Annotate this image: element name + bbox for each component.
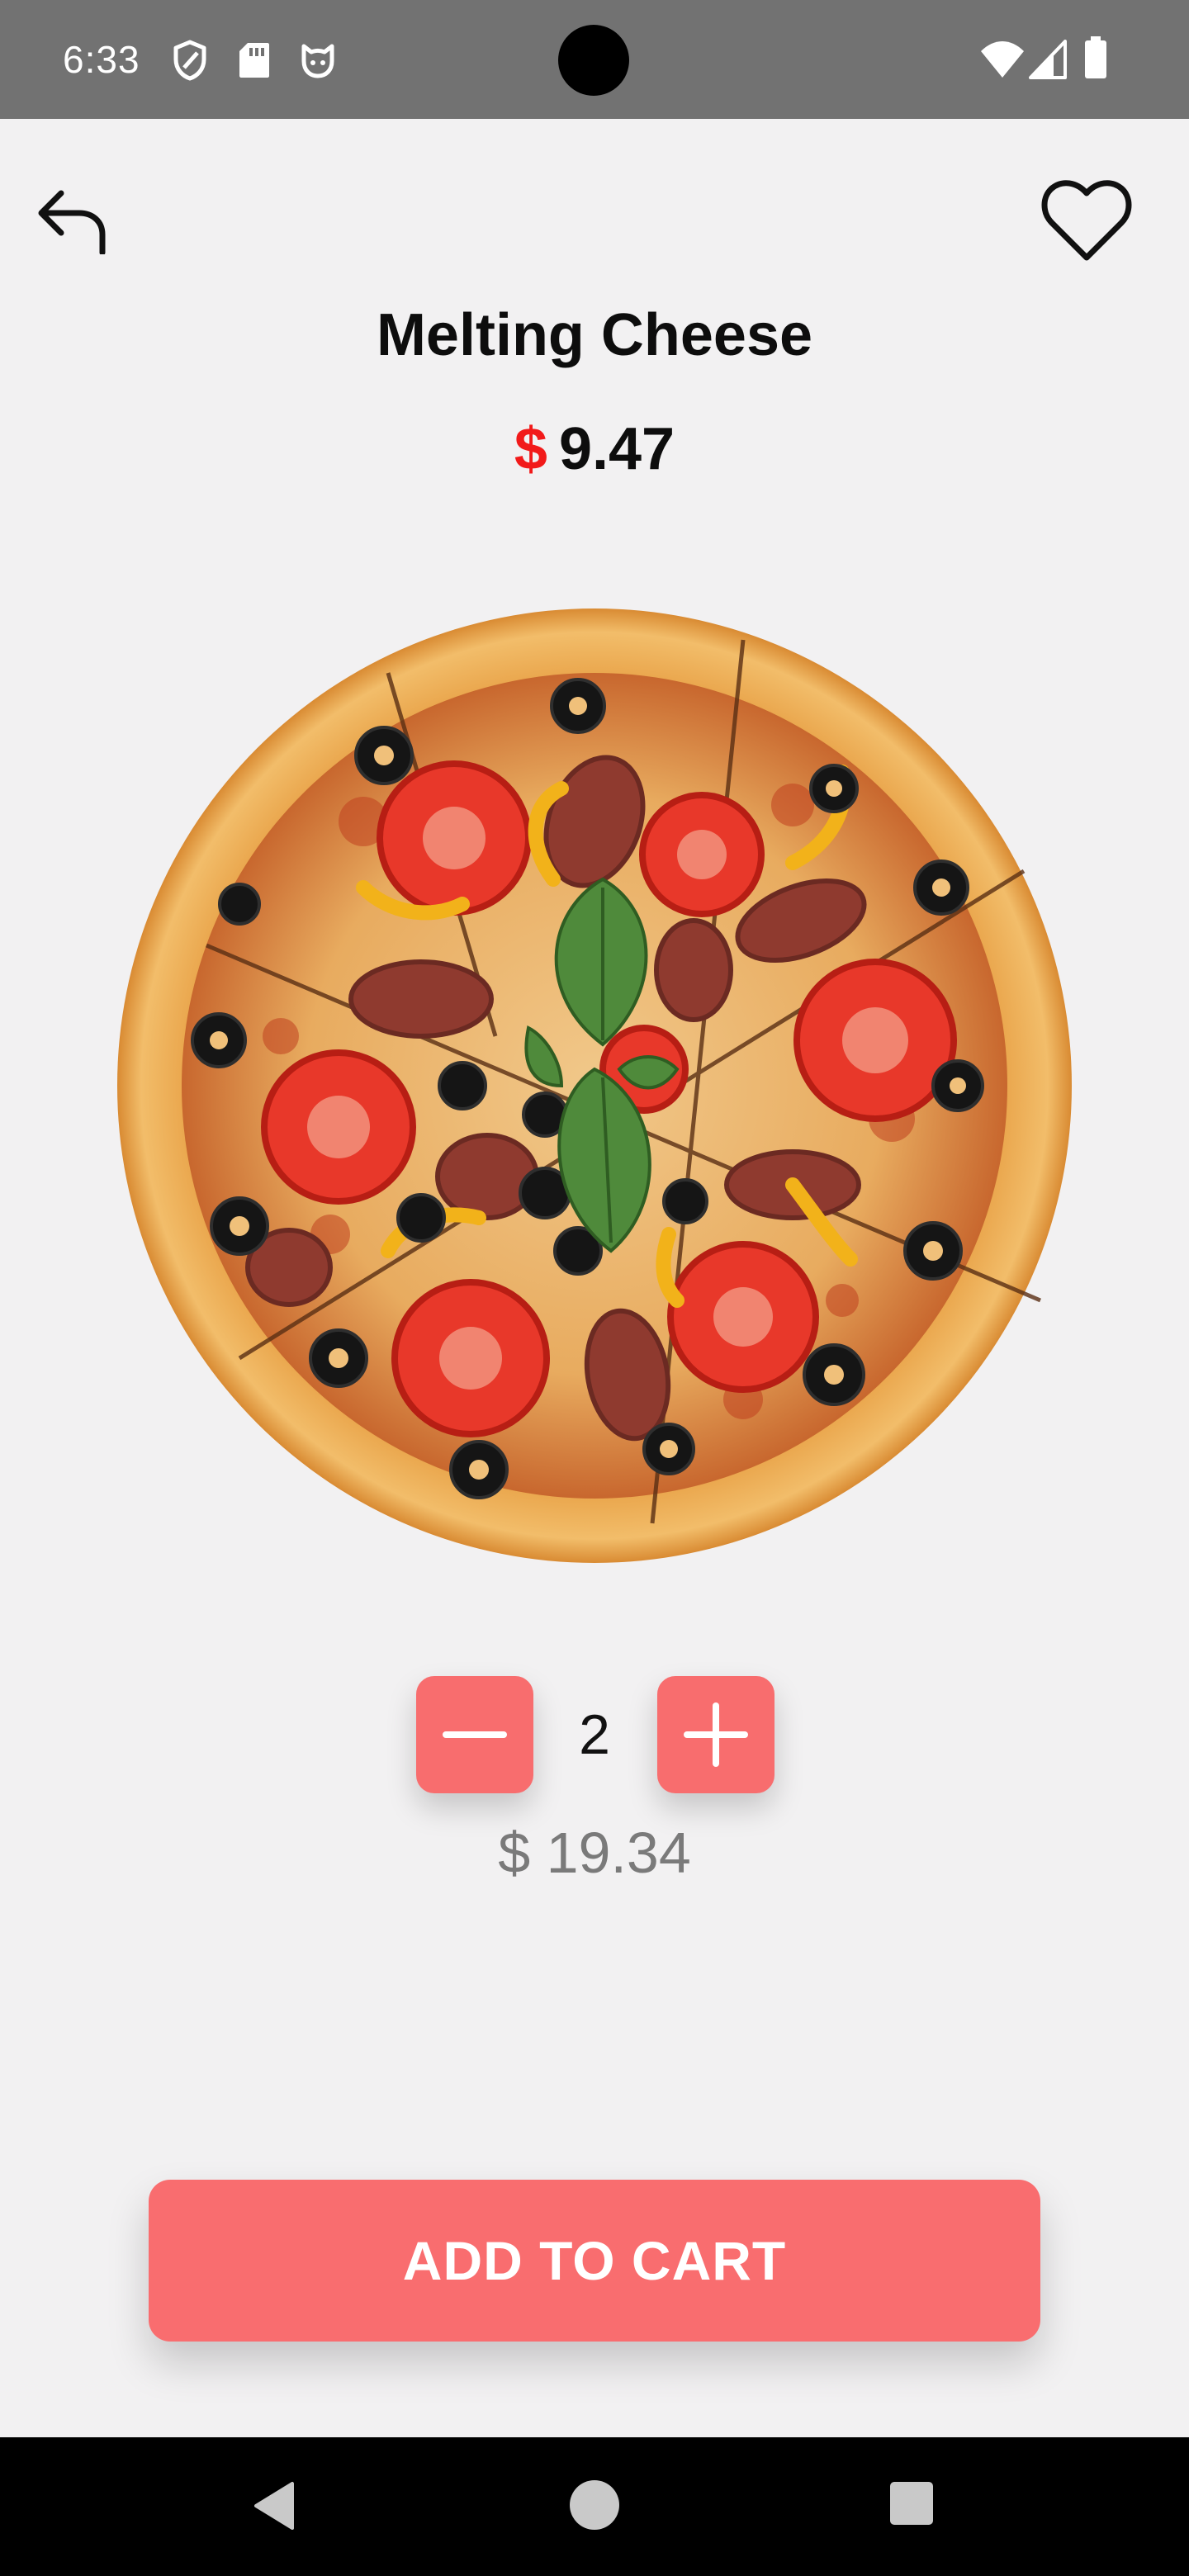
nav-recents-icon[interactable]	[888, 2480, 935, 2531]
minus-icon	[443, 1731, 507, 1738]
heart-outline-icon[interactable]	[1040, 178, 1133, 268]
nav-home-icon[interactable]	[568, 2479, 621, 2536]
plus-icon	[684, 1702, 748, 1767]
price-currency-symbol: $	[514, 416, 547, 482]
price-value: 9.47	[558, 416, 675, 482]
wifi-icon	[979, 40, 1026, 83]
back-arrow-icon[interactable]	[33, 183, 112, 258]
unit-price: $9.47	[0, 413, 1189, 485]
increment-button[interactable]	[657, 1676, 775, 1793]
total-price: $ 19.34	[498, 1821, 691, 1885]
battery-icon	[1083, 36, 1108, 83]
add-to-cart-button[interactable]: ADD TO CART	[149, 2180, 1040, 2342]
camera-cutout	[558, 25, 629, 96]
nav-back-icon[interactable]	[251, 2480, 297, 2536]
quantity-value: 2	[579, 1703, 610, 1766]
system-nav-bar	[0, 2437, 1189, 2576]
shield-icon	[172, 40, 208, 85]
cat-face-icon	[299, 41, 337, 83]
product-title: Melting Cheese	[376, 302, 813, 368]
signal-icon	[1029, 40, 1067, 83]
pizza-photo	[116, 607, 1073, 1565]
status-time: 6:33	[63, 38, 140, 81]
status-bar: 6:33	[0, 0, 1189, 119]
decrement-button[interactable]	[416, 1676, 533, 1793]
sd-card-icon	[238, 41, 271, 83]
